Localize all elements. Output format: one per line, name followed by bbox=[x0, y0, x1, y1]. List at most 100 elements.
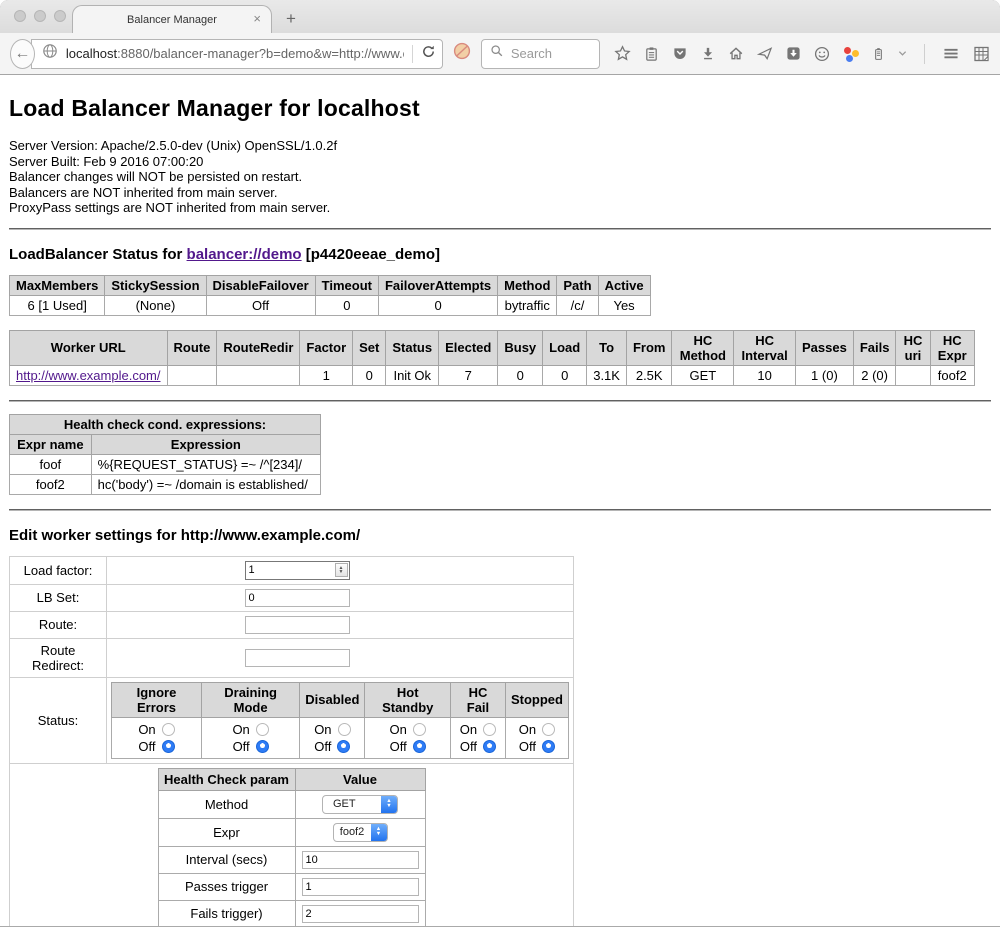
browser-window: Balancer Manager × + ← localhost:8880/ba… bbox=[0, 0, 1000, 927]
expression-cell: hc('body') =~ /domain is established/ bbox=[91, 474, 320, 494]
fails-row: Fails trigger) bbox=[158, 900, 425, 926]
column-header: Draining Mode bbox=[201, 682, 299, 717]
tab-balancer-manager[interactable]: Balancer Manager × bbox=[72, 5, 272, 33]
select-stepper-icon: ▲▼ bbox=[371, 824, 387, 841]
radio-hc-fail-off[interactable] bbox=[483, 740, 496, 753]
back-arrow-icon: ← bbox=[14, 45, 30, 63]
radio-hot-standby-off[interactable] bbox=[413, 740, 426, 753]
reading-list-icon[interactable] bbox=[644, 46, 659, 62]
on-label: On bbox=[519, 721, 536, 738]
method-select[interactable]: GET ▲▼ bbox=[322, 795, 398, 814]
lb-set-input[interactable] bbox=[245, 589, 350, 607]
table-cell: 0 bbox=[543, 365, 587, 385]
method-row: Method GET ▲▼ bbox=[158, 790, 425, 818]
radio-ignore-errors-off[interactable] bbox=[162, 740, 175, 753]
route-redirect-input[interactable] bbox=[245, 649, 350, 667]
persist-notice-line: Balancer changes will NOT be persisted o… bbox=[9, 169, 991, 185]
content-blocked-icon[interactable] bbox=[453, 42, 471, 65]
colored-dots-extension-icon[interactable] bbox=[843, 46, 859, 62]
back-button[interactable]: ← bbox=[10, 39, 35, 69]
worker-url-link[interactable]: http://www.example.com/ bbox=[16, 368, 161, 383]
fails-input[interactable] bbox=[302, 905, 419, 923]
off-label: Off bbox=[314, 738, 331, 755]
column-header: Status bbox=[386, 330, 439, 365]
toolbar-icons bbox=[614, 44, 990, 64]
bookmark-star-icon[interactable] bbox=[614, 45, 631, 62]
expr-name-cell: foof bbox=[10, 454, 92, 474]
radio-draining-mode-off[interactable] bbox=[256, 740, 269, 753]
expr-select[interactable]: foof2 ▲▼ bbox=[333, 823, 388, 842]
send-plane-icon[interactable] bbox=[757, 46, 773, 61]
table-cell: Init Ok bbox=[386, 365, 439, 385]
expression-cell: %{REQUEST_STATUS} =~ /^[234]/ bbox=[91, 454, 320, 474]
hello-smiley-icon[interactable] bbox=[814, 46, 830, 62]
column-header: Value bbox=[295, 768, 425, 790]
reload-icon[interactable] bbox=[421, 44, 436, 64]
column-header: Elected bbox=[439, 330, 498, 365]
column-header: Hot Standby bbox=[365, 682, 451, 717]
radio-ignore-errors-on[interactable] bbox=[162, 723, 175, 736]
interval-input[interactable] bbox=[302, 851, 419, 869]
method-value-cell: GET ▲▼ bbox=[295, 790, 425, 818]
inherit-notice-line: Balancers are NOT inherited from main se… bbox=[9, 185, 991, 201]
interval-row: Interval (secs) bbox=[158, 846, 425, 873]
column-header: Health Check param bbox=[158, 768, 295, 790]
radio-disabled-off[interactable] bbox=[337, 740, 350, 753]
form-row: Route Redirect: bbox=[10, 638, 574, 677]
radio-stopped-on[interactable] bbox=[542, 723, 555, 736]
navigation-toolbar: ← localhost:8880/balancer-manager?b=demo… bbox=[0, 33, 1000, 75]
table-row: 6 [1 Used] (None) Off 0 0 bytraffic /c/ … bbox=[10, 295, 651, 315]
search-bar[interactable]: Search bbox=[481, 39, 600, 69]
column-header: DisableFailover bbox=[206, 275, 315, 295]
route-input[interactable] bbox=[245, 616, 350, 634]
balancer-demo-link[interactable]: balancer://demo bbox=[187, 246, 302, 263]
table-cell: 0 bbox=[498, 365, 543, 385]
close-window-button[interactable] bbox=[14, 10, 26, 22]
zoom-window-button[interactable] bbox=[54, 10, 66, 22]
radio-stopped-off[interactable] bbox=[542, 740, 555, 753]
home-icon[interactable] bbox=[728, 46, 744, 61]
pocket-icon[interactable] bbox=[672, 46, 688, 61]
worker-url-cell: http://www.example.com/ bbox=[10, 365, 168, 385]
table-cell: 1 (0) bbox=[796, 365, 854, 385]
balancer-status-table: MaxMembers StickySession DisableFailover… bbox=[9, 275, 651, 316]
status-label: Status: bbox=[10, 677, 107, 763]
menu-hamburger-icon[interactable] bbox=[942, 46, 960, 61]
passes-input[interactable] bbox=[302, 878, 419, 896]
tab-close-icon[interactable]: × bbox=[253, 11, 261, 26]
column-header: To bbox=[587, 330, 627, 365]
expr-label: Expr bbox=[158, 818, 295, 846]
method-selected-value: GET bbox=[323, 796, 381, 813]
table-cell: Off bbox=[206, 295, 315, 315]
form-row: Load factor: ▲▼ bbox=[10, 556, 574, 584]
chevron-down-icon[interactable] bbox=[898, 49, 907, 58]
column-header: FailoverAttempts bbox=[378, 275, 497, 295]
divider bbox=[9, 228, 991, 230]
radio-hot-standby-on[interactable] bbox=[413, 723, 426, 736]
load-factor-input[interactable] bbox=[246, 563, 335, 577]
fails-value-cell bbox=[295, 900, 425, 926]
urlbar-divider bbox=[412, 45, 413, 63]
table-cell: Yes bbox=[598, 295, 650, 315]
downloads-icon[interactable] bbox=[701, 46, 715, 61]
search-icon bbox=[490, 44, 504, 63]
interval-label: Interval (secs) bbox=[158, 846, 295, 873]
table-cell: 0 bbox=[353, 365, 386, 385]
new-tab-button[interactable]: + bbox=[286, 9, 296, 29]
column-header: Timeout bbox=[315, 275, 378, 295]
grid-extension-icon[interactable] bbox=[973, 46, 990, 62]
table-header-row: Worker URL Route RouteRedir Factor Set S… bbox=[10, 330, 975, 365]
number-spinner-icon[interactable]: ▲▼ bbox=[335, 563, 348, 577]
radio-draining-mode-on[interactable] bbox=[256, 723, 269, 736]
extension-download-icon[interactable] bbox=[786, 46, 801, 61]
radio-hc-fail-on[interactable] bbox=[483, 723, 496, 736]
url-bar[interactable]: localhost:8880/balancer-manager?b=demo&w… bbox=[31, 39, 443, 69]
battery-extension-icon[interactable] bbox=[872, 46, 885, 62]
status-cell: Ignore Errors Draining Mode Disabled Hot… bbox=[107, 677, 574, 763]
expr-selected-value: foof2 bbox=[334, 824, 371, 841]
radio-disabled-on[interactable] bbox=[338, 723, 351, 736]
expr-name-cell: foof2 bbox=[10, 474, 92, 494]
form-row: LB Set: bbox=[10, 584, 574, 611]
url-text[interactable]: localhost:8880/balancer-manager?b=demo&w… bbox=[66, 46, 404, 61]
minimize-window-button[interactable] bbox=[34, 10, 46, 22]
